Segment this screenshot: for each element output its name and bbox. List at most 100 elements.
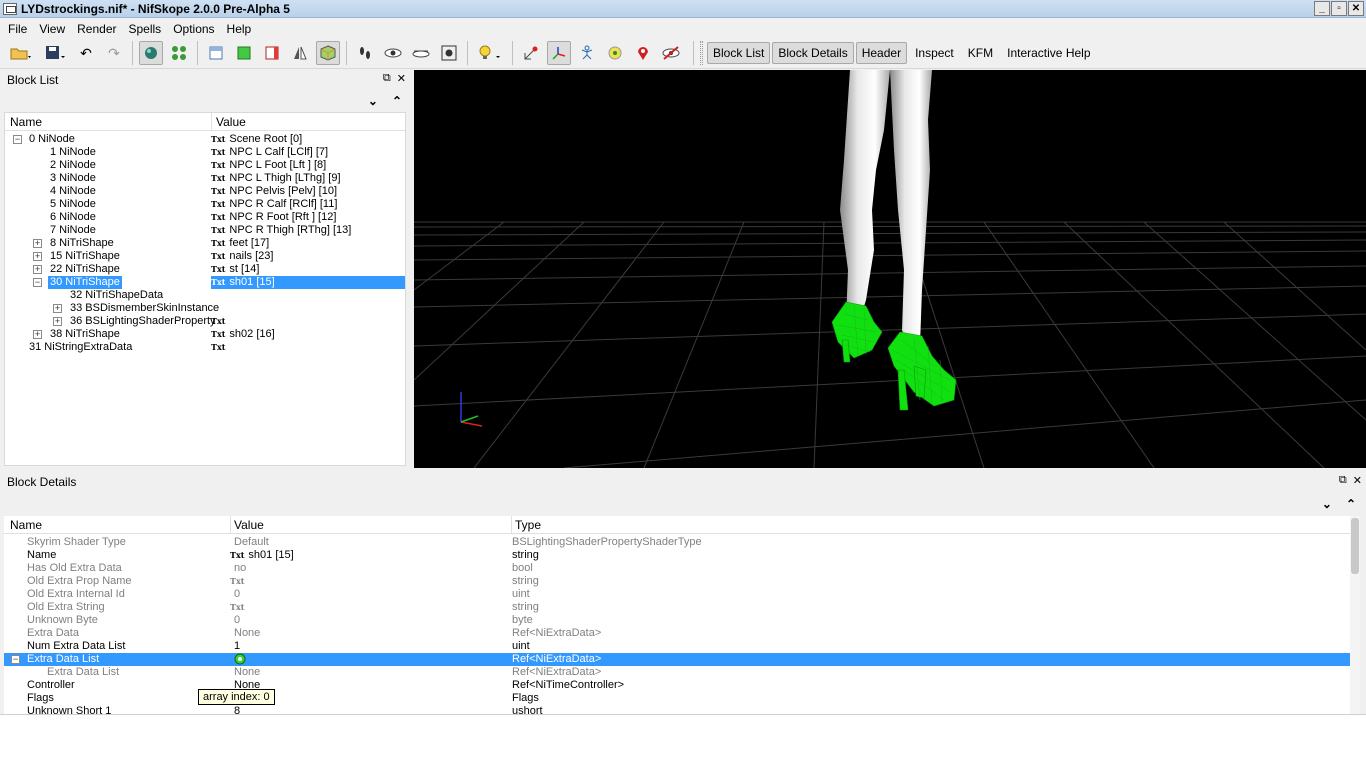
3d-viewport[interactable] xyxy=(414,70,1366,468)
detail-row[interactable]: Name Txt sh01 [15] string xyxy=(4,549,1350,562)
detail-row[interactable]: Skyrim Shader Type Default BSLightingShade… xyxy=(4,536,1350,549)
tab-block-details[interactable]: Block Details xyxy=(772,42,854,64)
show-icon[interactable] xyxy=(381,41,405,65)
block-row[interactable]: −0 NiNode Txt Scene Root [0] xyxy=(5,133,405,146)
collapse-icon[interactable]: − xyxy=(13,135,22,144)
expand-icon[interactable]: + xyxy=(53,317,62,326)
column-type[interactable]: Type xyxy=(515,518,541,532)
menu-render[interactable]: Render xyxy=(71,22,122,36)
block-row[interactable]: 6 NiNode Txt NPC R Foot [Rft ] [12] xyxy=(5,211,405,224)
block-row[interactable]: 5 NiNode Txt NPC R Calf [RClf] [11] xyxy=(5,198,405,211)
detail-value[interactable]: Txt sh01 [15] xyxy=(230,549,294,562)
walk-icon[interactable] xyxy=(353,41,377,65)
block-row[interactable]: 32 NiTriShapeData xyxy=(5,289,405,302)
tab-block-list[interactable]: Block List xyxy=(707,42,771,64)
view-top-icon[interactable] xyxy=(204,41,228,65)
collapse-all-icon[interactable]: ⌃ xyxy=(392,94,402,108)
tab-kfm[interactable]: KFM xyxy=(962,42,999,64)
collapse-all-icon[interactable]: ⌃ xyxy=(1346,497,1356,511)
close-button[interactable]: ✕ xyxy=(1348,1,1364,16)
block-row[interactable]: 2 NiNode Txt NPC L Foot [Lft ] [8] xyxy=(5,159,405,172)
tab-interactive-help[interactable]: Interactive Help xyxy=(1001,42,1096,64)
menu-help[interactable]: Help xyxy=(221,22,258,36)
details-scrollbar[interactable] xyxy=(1350,516,1360,714)
open-icon[interactable] xyxy=(6,41,36,65)
detail-row[interactable]: Extra Data List None Ref<NiExtraData> xyxy=(4,666,1350,679)
detail-row[interactable]: Old Extra Prop Name Txt string xyxy=(4,575,1350,588)
expand-icon[interactable]: + xyxy=(33,265,42,274)
hidden-icon[interactable] xyxy=(409,41,433,65)
block-row[interactable]: +36 BSLightingShaderProperty Txt xyxy=(5,315,405,328)
block-row[interactable]: 7 NiNode Txt NPC R Thigh [RThg] [13] xyxy=(5,224,405,237)
block-row[interactable]: +38 NiTriShape Txt sh02 [16] xyxy=(5,328,405,341)
detail-row[interactable]: Unknown Byte 0 byte xyxy=(4,614,1350,627)
block-row[interactable]: +33 BSDismemberSkinInstance xyxy=(5,302,405,315)
expand-all-icon[interactable]: ⌄ xyxy=(368,94,378,108)
constraint-icon[interactable] xyxy=(659,41,683,65)
close-icon[interactable]: ✕ xyxy=(1353,474,1362,487)
minimize-button[interactable]: _ xyxy=(1314,1,1330,16)
skeleton-icon[interactable] xyxy=(575,41,599,65)
save-icon[interactable] xyxy=(40,41,70,65)
detail-value[interactable]: Txt xyxy=(230,601,248,614)
expand-icon[interactable]: + xyxy=(33,330,42,339)
detail-value[interactable]: 0 xyxy=(230,614,240,627)
detail-row[interactable]: Old Extra String Txt string xyxy=(4,601,1350,614)
flip-view-icon[interactable] xyxy=(288,41,312,65)
detail-row[interactable]: Has Old Extra Data no bool xyxy=(4,562,1350,575)
expand-icon[interactable]: + xyxy=(53,304,62,313)
detail-value[interactable]: None xyxy=(230,627,260,640)
detail-value[interactable]: 0 xyxy=(230,588,240,601)
block-list-tree[interactable]: Name Value −0 NiNode Txt Scene Root [0] 1 N… xyxy=(4,112,406,466)
menu-view[interactable]: View xyxy=(33,22,71,36)
detail-row[interactable]: Num Extra Data List 1 uint xyxy=(4,640,1350,653)
tab-inspect[interactable]: Inspect xyxy=(909,42,960,64)
close-icon[interactable]: ✕ xyxy=(397,72,406,85)
column-name[interactable]: Name xyxy=(10,518,42,532)
detail-value[interactable] xyxy=(230,653,246,666)
axes-icon[interactable] xyxy=(547,41,571,65)
link-icon[interactable] xyxy=(230,653,246,665)
block-row[interactable]: 4 NiNode Txt NPC Pelvis [Pelv] [10] xyxy=(5,185,405,198)
view-front-icon[interactable] xyxy=(232,41,256,65)
column-name[interactable]: Name xyxy=(10,115,42,129)
havok-icon[interactable] xyxy=(603,41,627,65)
screenshot-icon[interactable] xyxy=(437,41,461,65)
block-details-tree[interactable]: Name Value Type Skyrim Shader Type Defaul… xyxy=(4,516,1350,717)
block-row[interactable]: 31 NiStringExtraData Txt xyxy=(5,341,405,354)
tab-header[interactable]: Header xyxy=(855,42,908,64)
marker-icon[interactable] xyxy=(631,41,655,65)
menu-file[interactable]: File xyxy=(2,22,33,36)
restore-button[interactable]: ▫ xyxy=(1331,1,1347,16)
collapse-icon[interactable]: − xyxy=(11,655,20,664)
expand-icon[interactable]: + xyxy=(33,252,42,261)
detail-row[interactable]: Extra Data None Ref<NiExtraData> xyxy=(4,627,1350,640)
collapse-icon[interactable]: − xyxy=(33,278,42,287)
detail-value[interactable]: Default xyxy=(230,536,269,549)
block-row[interactable]: 1 NiNode Txt NPC L Calf [LClf] [7] xyxy=(5,146,405,159)
perspective-icon[interactable] xyxy=(316,41,340,65)
block-row[interactable]: +8 NiTriShape Txt feet [17] xyxy=(5,237,405,250)
detail-value[interactable]: 1 xyxy=(230,640,240,653)
column-value[interactable]: Value xyxy=(234,518,264,532)
block-row[interactable]: −30 NiTriShape Txt sh01 [15] xyxy=(5,276,405,289)
particles-icon[interactable] xyxy=(167,41,191,65)
column-value[interactable]: Value xyxy=(216,115,246,129)
detail-value[interactable]: no xyxy=(230,562,246,575)
detail-row[interactable]: − Extra Data List Ref<NiExtraData> xyxy=(4,653,1350,666)
block-row[interactable]: +15 NiTriShape Txt nails [23] xyxy=(5,250,405,263)
lighting-icon[interactable] xyxy=(474,41,506,65)
view-side-icon[interactable] xyxy=(260,41,284,65)
detail-value[interactable]: None xyxy=(230,666,260,679)
detail-row[interactable]: Old Extra Internal Id 0 uint xyxy=(4,588,1350,601)
float-icon[interactable]: ⧉ xyxy=(383,72,391,85)
undo-icon[interactable]: ↶ xyxy=(74,41,98,65)
redo-icon[interactable]: ↷ xyxy=(102,41,126,65)
block-row[interactable]: +22 NiTriShape Txt st [14] xyxy=(5,263,405,276)
expand-all-icon[interactable]: ⌄ xyxy=(1322,497,1332,511)
detail-value[interactable]: Txt xyxy=(230,575,248,588)
menu-spells[interactable]: Spells xyxy=(123,22,168,36)
menu-options[interactable]: Options xyxy=(167,22,220,36)
sphere-icon[interactable] xyxy=(139,41,163,65)
select-vertex-icon[interactable] xyxy=(519,41,543,65)
